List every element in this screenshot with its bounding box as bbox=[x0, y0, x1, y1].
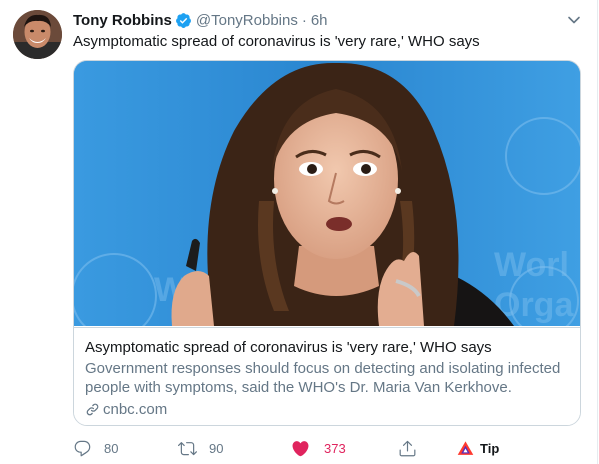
timestamp[interactable]: 6h bbox=[311, 12, 328, 29]
link-icon bbox=[85, 402, 100, 417]
link-card[interactable]: Wor Worl Orga bbox=[73, 60, 581, 426]
card-description: Government responses should focus on det… bbox=[85, 360, 561, 396]
action-bar: 80 90 373 Tip bbox=[73, 437, 593, 459]
share-button[interactable] bbox=[398, 437, 417, 459]
retweet-count: 90 bbox=[209, 440, 224, 456]
display-name[interactable]: Tony Robbins bbox=[73, 12, 172, 29]
reply-count: 80 bbox=[104, 440, 119, 456]
reply-icon bbox=[73, 439, 92, 458]
tip-label: Tip bbox=[480, 440, 500, 456]
reply-button[interactable]: 80 bbox=[73, 437, 118, 459]
handle[interactable]: @TonyRobbins bbox=[196, 12, 298, 29]
verified-badge-icon bbox=[175, 12, 192, 29]
card-image[interactable]: Wor Worl Orga bbox=[74, 61, 580, 326]
avatar[interactable] bbox=[13, 10, 62, 59]
svg-text:Worl: Worl bbox=[494, 246, 569, 284]
retweet-button[interactable]: 90 bbox=[178, 437, 223, 459]
tweet-text: Asymptomatic spread of coronavirus is 'v… bbox=[73, 33, 480, 50]
card-domain[interactable]: cnbc.com bbox=[85, 400, 167, 419]
card-title[interactable]: Asymptomatic spread of coronavirus is 'v… bbox=[85, 338, 492, 358]
separator: · bbox=[301, 11, 307, 29]
chevron-down-icon[interactable] bbox=[566, 12, 582, 28]
tweet[interactable]: Tony Robbins @TonyRobbins · 6h Asymptoma… bbox=[0, 0, 599, 464]
tweet-header: Tony Robbins @TonyRobbins · 6h bbox=[73, 10, 328, 30]
card-body[interactable]: Asymptomatic spread of coronavirus is 'v… bbox=[74, 327, 580, 425]
retweet-icon bbox=[178, 439, 197, 458]
like-button[interactable]: 373 bbox=[291, 437, 346, 459]
share-icon bbox=[398, 439, 417, 458]
divider bbox=[597, 0, 598, 464]
heart-icon bbox=[291, 439, 310, 458]
card-domain-text[interactable]: cnbc.com bbox=[103, 400, 167, 419]
tip-button[interactable]: Tip bbox=[457, 437, 499, 459]
like-count: 373 bbox=[324, 440, 346, 456]
tip-icon bbox=[457, 440, 474, 457]
